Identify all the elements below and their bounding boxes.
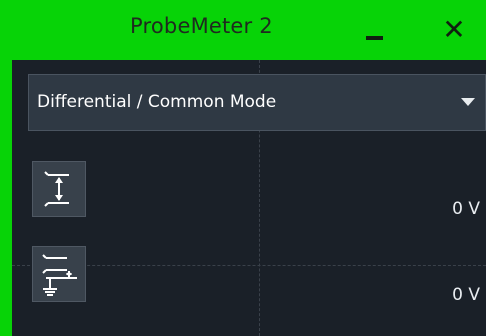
minimize-icon	[365, 36, 383, 40]
title-bar[interactable]: ProbeMeter 2 ✕	[0, 0, 486, 60]
close-button[interactable]: ✕	[430, 0, 478, 60]
close-icon: ✕	[442, 13, 466, 46]
common-mode-icon	[42, 254, 77, 296]
common-mode-button[interactable]	[32, 246, 86, 302]
differential-mode-value: 0 V	[452, 199, 480, 219]
mode-dropdown[interactable]: Differential / Common Mode	[28, 74, 486, 131]
common-mode-value: 0 V	[452, 285, 480, 305]
chevron-down-icon	[461, 98, 475, 106]
meter-panel: Differential / Common Mode 0 V 0 V	[12, 60, 486, 336]
differential-mode-icon	[44, 171, 69, 207]
differential-mode-button[interactable]	[32, 161, 86, 217]
probemeter-window: ProbeMeter 2 ✕ Differential / Common Mod…	[0, 0, 486, 336]
mode-dropdown-value: Differential / Common Mode	[37, 92, 277, 112]
window-title: ProbeMeter 2	[130, 14, 273, 38]
minimize-button[interactable]	[350, 0, 398, 60]
